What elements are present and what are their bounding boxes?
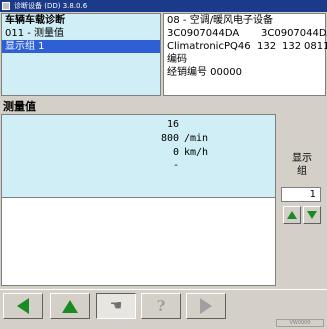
display-group-label-line2: 组 [297,166,307,177]
component-value-1: 132 [257,41,277,52]
measure-unit: /min [184,133,209,144]
forward-button[interactable] [186,293,226,319]
back-arrow-icon [17,298,29,314]
forward-arrow-icon [200,298,212,314]
measure-value: 800 [160,133,179,144]
measure-row: 800 /min [2,131,277,146]
window-title-bar: 诊断设备 (DD) 3.8.0.6 [0,0,327,12]
up-arrow-icon [62,299,78,313]
part-number-row: 3C0907044DA 3C0907044DA [164,27,327,40]
display-group-input[interactable]: 1 [281,187,321,202]
coding-label: 编码 [167,54,187,65]
group-up-button[interactable] [283,206,301,224]
system-name: 08 - 空调/暖风电子设备 [167,15,274,26]
nav-item-measured-values[interactable]: 011 - 测量值 [2,27,160,40]
display-group-label-line1: 显示 [292,153,312,164]
measure-row: 16 [2,117,277,132]
component-row: ClimatronicPQ46 132 132 0811 [164,40,327,53]
component-name: ClimatronicPQ46 [167,41,251,52]
component-value-2: 132 [282,41,302,52]
nav-item-display-group[interactable]: 显示组 1 [2,40,160,53]
back-button[interactable] [3,293,43,319]
hand-icon: ☚ [109,298,123,314]
group-down-button[interactable] [303,206,321,224]
up-arrow-icon [287,211,297,219]
part-number-1: 3C0907044DA [167,28,240,39]
up-button[interactable] [50,293,90,319]
nav-header: 车辆车载诊断 [5,15,65,26]
window-title: 诊断设备 (DD) 3.8.0.6 [14,2,88,10]
control-unit-info-panel: 08 - 空调/暖风电子设备 3C0907044DA 3C0907044DA C… [163,13,327,96]
question-icon: ? [156,297,166,315]
display-group-label: 显示 组 [288,152,316,178]
measured-values-blank-area [1,198,276,286]
diagnosis-nav-panel: 车辆车载诊断 011 - 测量值 显示组 1 [1,13,161,96]
measured-values-heading: 测量值 [3,100,36,113]
measure-row: - [2,158,277,173]
down-arrow-icon [307,211,317,219]
help-button[interactable]: ? [141,293,181,319]
app-icon [2,2,10,10]
dealer-number: 经销编号 00000 [167,67,242,78]
hand-button[interactable]: ☚ [96,293,136,319]
measure-value: 16 [166,119,179,130]
measure-value: - [172,160,179,171]
component-value-3: 0811 [304,41,327,52]
status-indicator: VW0000 [276,319,324,327]
part-number-2: 3C0907044DA [261,28,327,39]
measured-values-panel: 16 800 /min 0 km/h - [1,114,276,198]
